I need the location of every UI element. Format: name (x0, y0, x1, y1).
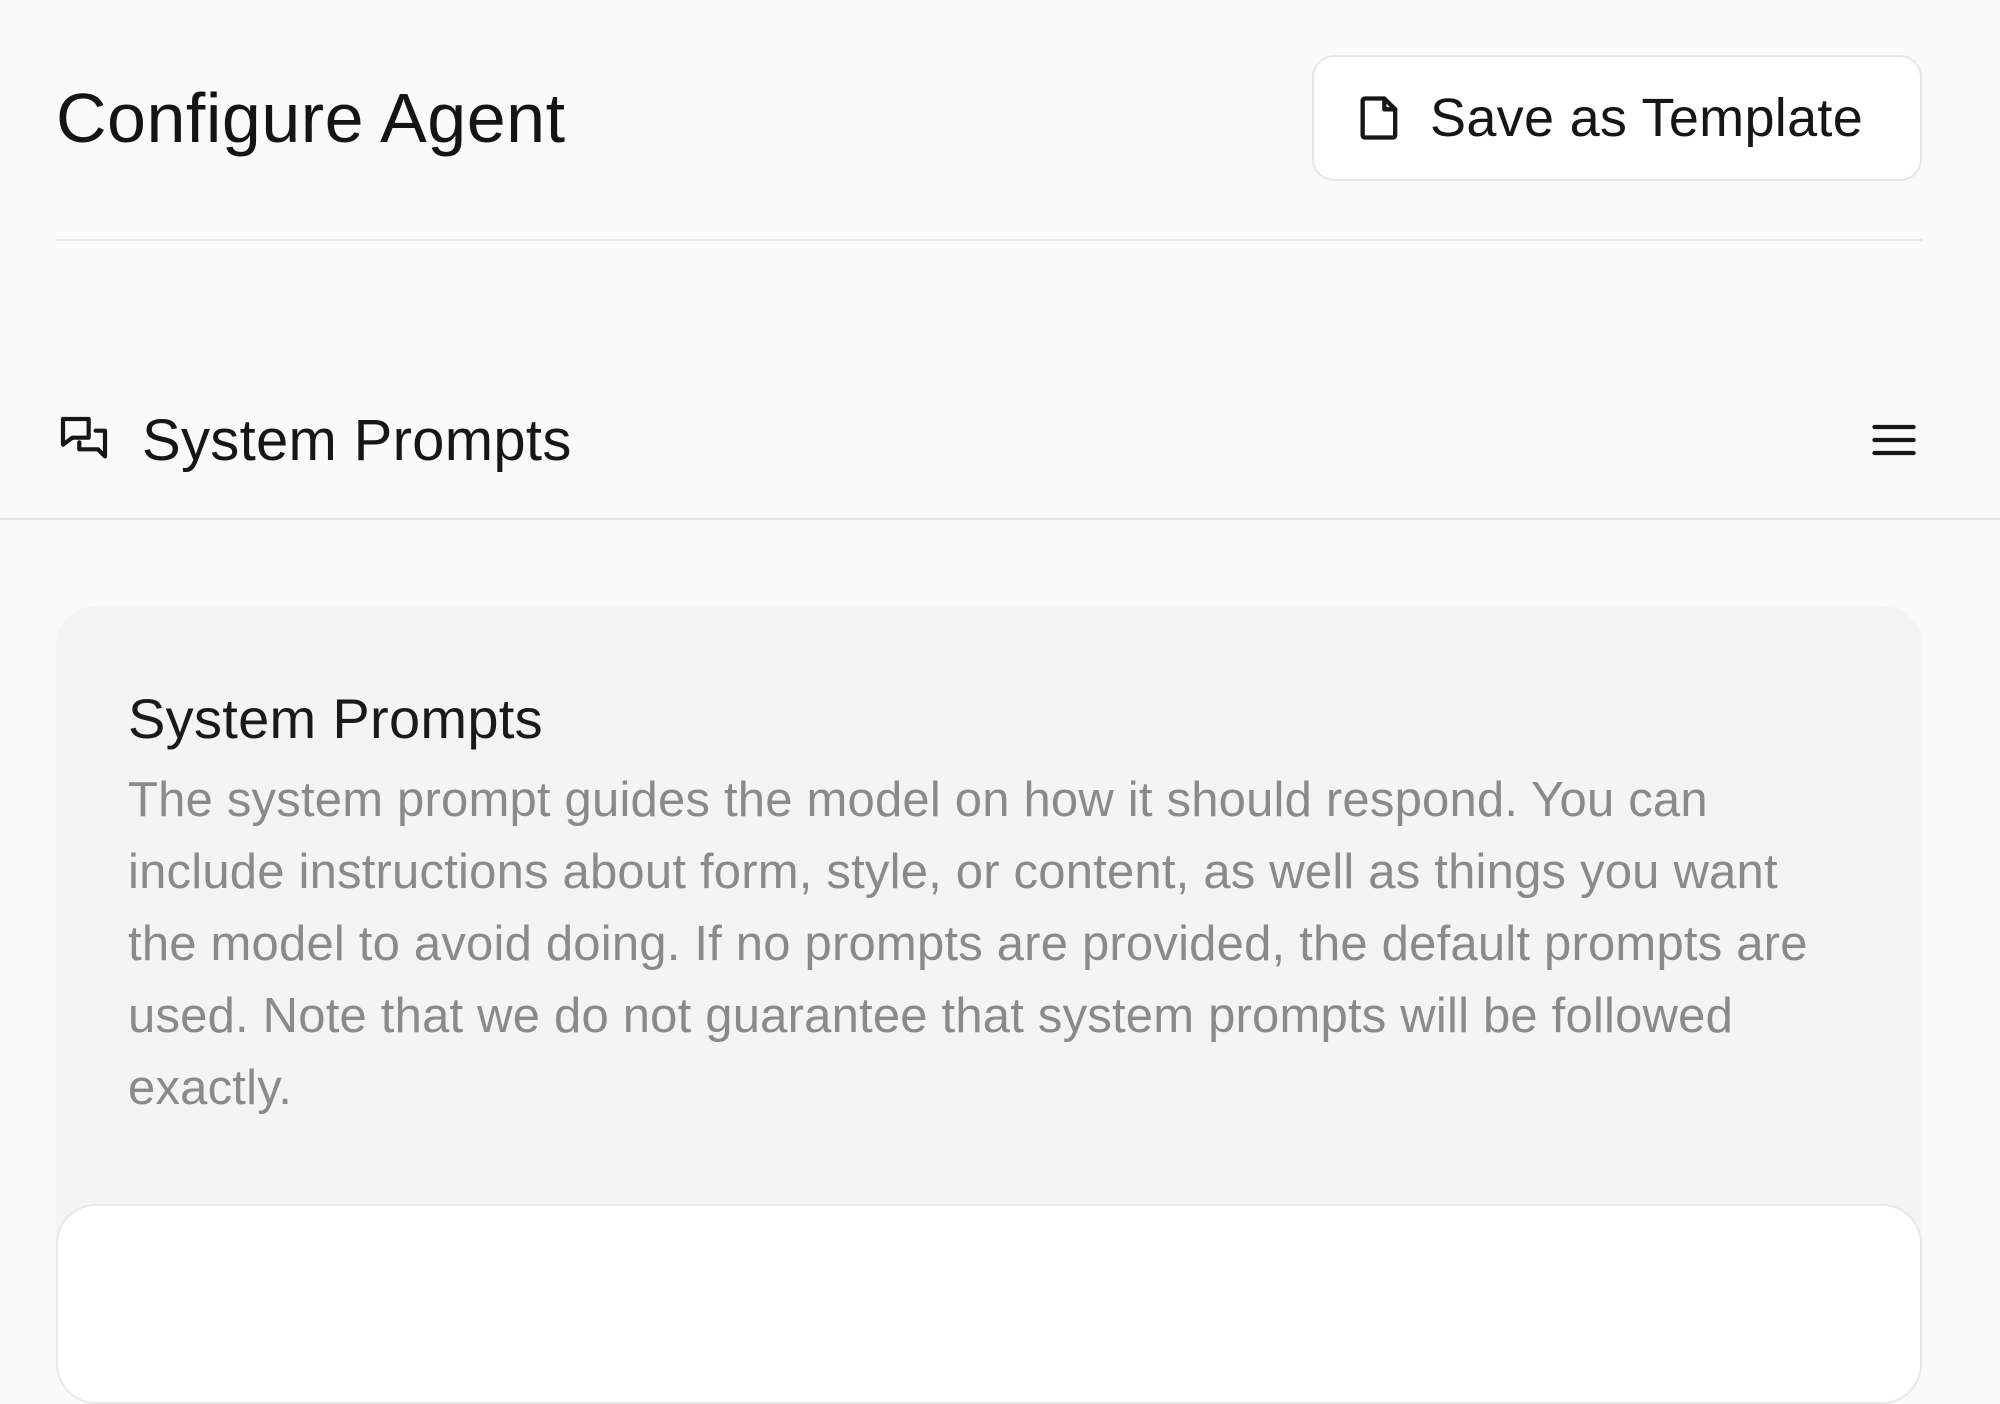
chat-bubbles-icon (56, 412, 112, 468)
system-prompts-card: System Prompts The system prompt guides … (56, 606, 1922, 1404)
section-bar-system-prompts: System Prompts (0, 362, 2000, 518)
document-icon (1354, 92, 1406, 144)
section-title: System Prompts (142, 407, 572, 473)
header-divider (56, 239, 1922, 241)
save-as-template-button[interactable]: Save as Template (1312, 55, 1922, 181)
card-description: The system prompt guides the model on ho… (128, 772, 1808, 1115)
card-title: System Prompts (128, 687, 543, 750)
page-header: Configure Agent Save as Template (56, 54, 1922, 182)
section-divider (0, 518, 2000, 520)
system-prompt-entry-card[interactable] (56, 1204, 1922, 1404)
page-title: Configure Agent (56, 79, 566, 157)
hamburger-menu-icon[interactable] (1866, 412, 1922, 468)
save-as-template-label: Save as Template (1430, 88, 1864, 148)
